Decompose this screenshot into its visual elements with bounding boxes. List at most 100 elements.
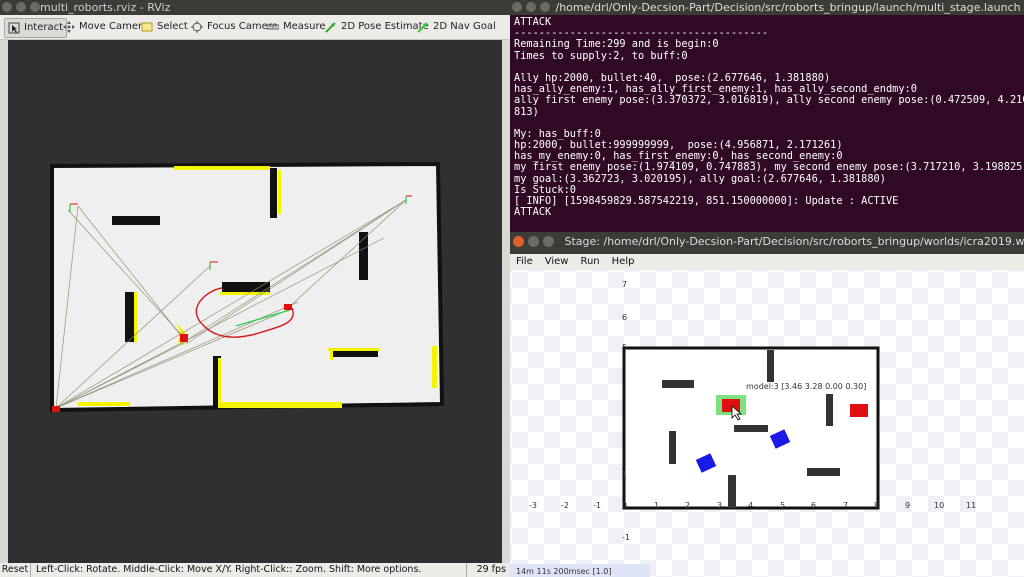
- terminal-window: /home/drl/Only-Decsion-Part/Decision/src…: [510, 0, 1024, 232]
- svg-text:5: 5: [622, 343, 627, 352]
- rviz-3d-view[interactable]: [8, 40, 502, 563]
- obstacle: [807, 468, 840, 476]
- inflation-area: [174, 166, 270, 170]
- inflation-area: [328, 348, 380, 351]
- close-window-icon[interactable]: [513, 236, 524, 247]
- svg-text:5: 5: [780, 501, 785, 510]
- svg-text:3: 3: [717, 501, 722, 510]
- svg-text:1: 1: [654, 501, 659, 510]
- terminal-title-bar: /home/drl/Only-Decsion-Part/Decision/src…: [510, 0, 1024, 15]
- terminal-line: my goal:(3.362723, 3.020195), ally goal:…: [514, 172, 886, 185]
- stage-title-bar: Stage: /home/drl/Only-Decsion-Part/Decis…: [510, 232, 1024, 254]
- robot-model[interactable]: [850, 404, 868, 417]
- obstacle: [669, 431, 676, 464]
- svg-text:-1: -1: [622, 533, 630, 542]
- robot-marker: [52, 406, 60, 412]
- interact-icon: [8, 22, 20, 34]
- svg-text:1: 1: [622, 470, 627, 479]
- robot-marker: [284, 304, 292, 310]
- menu-file[interactable]: File: [516, 256, 533, 267]
- obstacle: [222, 282, 270, 292]
- rviz-left-dock-handle[interactable]: [0, 40, 8, 563]
- inflation-area: [432, 346, 437, 388]
- svg-text:11: 11: [966, 501, 976, 510]
- interact-tool-button[interactable]: Interact: [4, 18, 68, 38]
- svg-text:7: 7: [843, 501, 848, 510]
- minimize-window-icon[interactable]: [528, 236, 539, 247]
- stage-menu-bar: File View Run Help: [510, 254, 1024, 270]
- svg-text:8: 8: [874, 501, 879, 510]
- model-pose-label: model:3 [3.46 3.28 0.00 0.30]: [746, 382, 866, 391]
- inflation-area: [218, 358, 221, 406]
- interact-label: Interact: [24, 22, 64, 33]
- reset-button[interactable]: Reset: [0, 563, 31, 577]
- terminal-line: 813): [514, 105, 539, 118]
- inflation-area: [330, 348, 333, 360]
- obstacle: [270, 168, 277, 218]
- obstacle: [112, 216, 160, 225]
- terminal-line: ATTACK: [514, 206, 552, 219]
- svg-text:-3: -3: [529, 501, 537, 510]
- svg-text:9: 9: [905, 501, 910, 510]
- select-tool-button[interactable]: Select: [138, 18, 191, 36]
- svg-text:-2: -2: [561, 501, 569, 510]
- robot-marker: [180, 334, 188, 342]
- svg-text:2: 2: [685, 501, 690, 510]
- svg-text:4: 4: [748, 501, 753, 510]
- mouse-hint-text: Left-Click: Rotate. Middle-Click: Move X…: [36, 564, 422, 575]
- nav-goal-icon: [417, 22, 428, 33]
- close-window-icon[interactable]: [512, 2, 522, 12]
- obstacle: [767, 350, 774, 382]
- minimize-window-icon[interactable]: [16, 2, 26, 12]
- obstacle: [826, 394, 833, 426]
- obstacle: [125, 292, 134, 342]
- nav-goal-tool-button[interactable]: 2D Nav Goal: [414, 18, 499, 36]
- menu-run[interactable]: Run: [580, 256, 599, 267]
- stage-world-render: model:3 [3.46 3.28 0.00 0.30] -3 -2 -1 0…: [510, 270, 1024, 577]
- robot-model-3[interactable]: [722, 399, 740, 412]
- inflation-area: [218, 402, 342, 408]
- rviz-toolbar: Interact Move Camera Select Focus Camera…: [0, 15, 510, 40]
- rviz-map-render: [50, 161, 445, 413]
- measure-tool-button[interactable]: Measure: [264, 18, 329, 36]
- svg-text:6: 6: [622, 313, 627, 322]
- stage-title: Stage: /home/drl/Only-Decsion-Part/Decis…: [564, 235, 1024, 248]
- obstacle: [734, 425, 768, 432]
- nav-goal-label: 2D Nav Goal: [433, 21, 496, 32]
- terminal-line: my first enemy pose:(1.974109, 0.747883)…: [514, 161, 1024, 174]
- x-axis-ticks: -3 -2 -1 0 1 2 3 4 5 6 7 8 9 10 11: [529, 501, 976, 510]
- stage-clock: 14m 11s 200msec [1.0]: [516, 567, 611, 576]
- maximize-window-icon[interactable]: [30, 2, 40, 12]
- measure-label: Measure: [283, 21, 326, 32]
- minimize-window-icon[interactable]: [526, 2, 536, 12]
- menu-help[interactable]: Help: [612, 256, 635, 267]
- svg-text:6: 6: [811, 501, 816, 510]
- rviz-status-bar: Reset Left-Click: Rotate. Middle-Click: …: [0, 563, 510, 577]
- inflation-area: [278, 170, 281, 214]
- terminal-line: Remaining Time:299 and is begin:0: [514, 38, 719, 51]
- svg-text:0: 0: [622, 501, 627, 510]
- close-window-icon[interactable]: [2, 2, 12, 12]
- select-label: Select: [157, 21, 188, 32]
- rviz-right-dock-handle[interactable]: [502, 40, 510, 563]
- inflation-area: [78, 402, 130, 406]
- rviz-title-bar: multi_roborts.rviz - RViz: [0, 0, 510, 15]
- svg-text:7: 7: [622, 280, 627, 289]
- obstacle: [728, 475, 736, 508]
- obstacle: [662, 380, 694, 388]
- svg-text:-1: -1: [593, 501, 601, 510]
- inflation-area: [220, 292, 270, 295]
- focus-camera-icon: [191, 21, 203, 33]
- terminal-line: [ INFO] [1598459829.587542219, 851.15000…: [514, 195, 899, 207]
- measure-icon: [267, 24, 279, 30]
- terminal-output[interactable]: ATTACK ----------------------------------…: [514, 16, 1024, 219]
- terminal-line: ally first enemy pose:(3.370372, 3.01681…: [514, 94, 1024, 107]
- stage-canvas[interactable]: model:3 [3.46 3.28 0.00 0.30] -3 -2 -1 0…: [510, 270, 1024, 577]
- stage-window: Stage: /home/drl/Only-Decsion-Part/Decis…: [510, 232, 1024, 577]
- svg-text:10: 10: [934, 501, 944, 510]
- move-camera-icon: [63, 21, 75, 33]
- maximize-window-icon[interactable]: [543, 236, 554, 247]
- menu-view[interactable]: View: [545, 256, 569, 267]
- terminal-line: Times to supply:2, to buff:0: [514, 49, 688, 62]
- maximize-window-icon[interactable]: [540, 2, 550, 12]
